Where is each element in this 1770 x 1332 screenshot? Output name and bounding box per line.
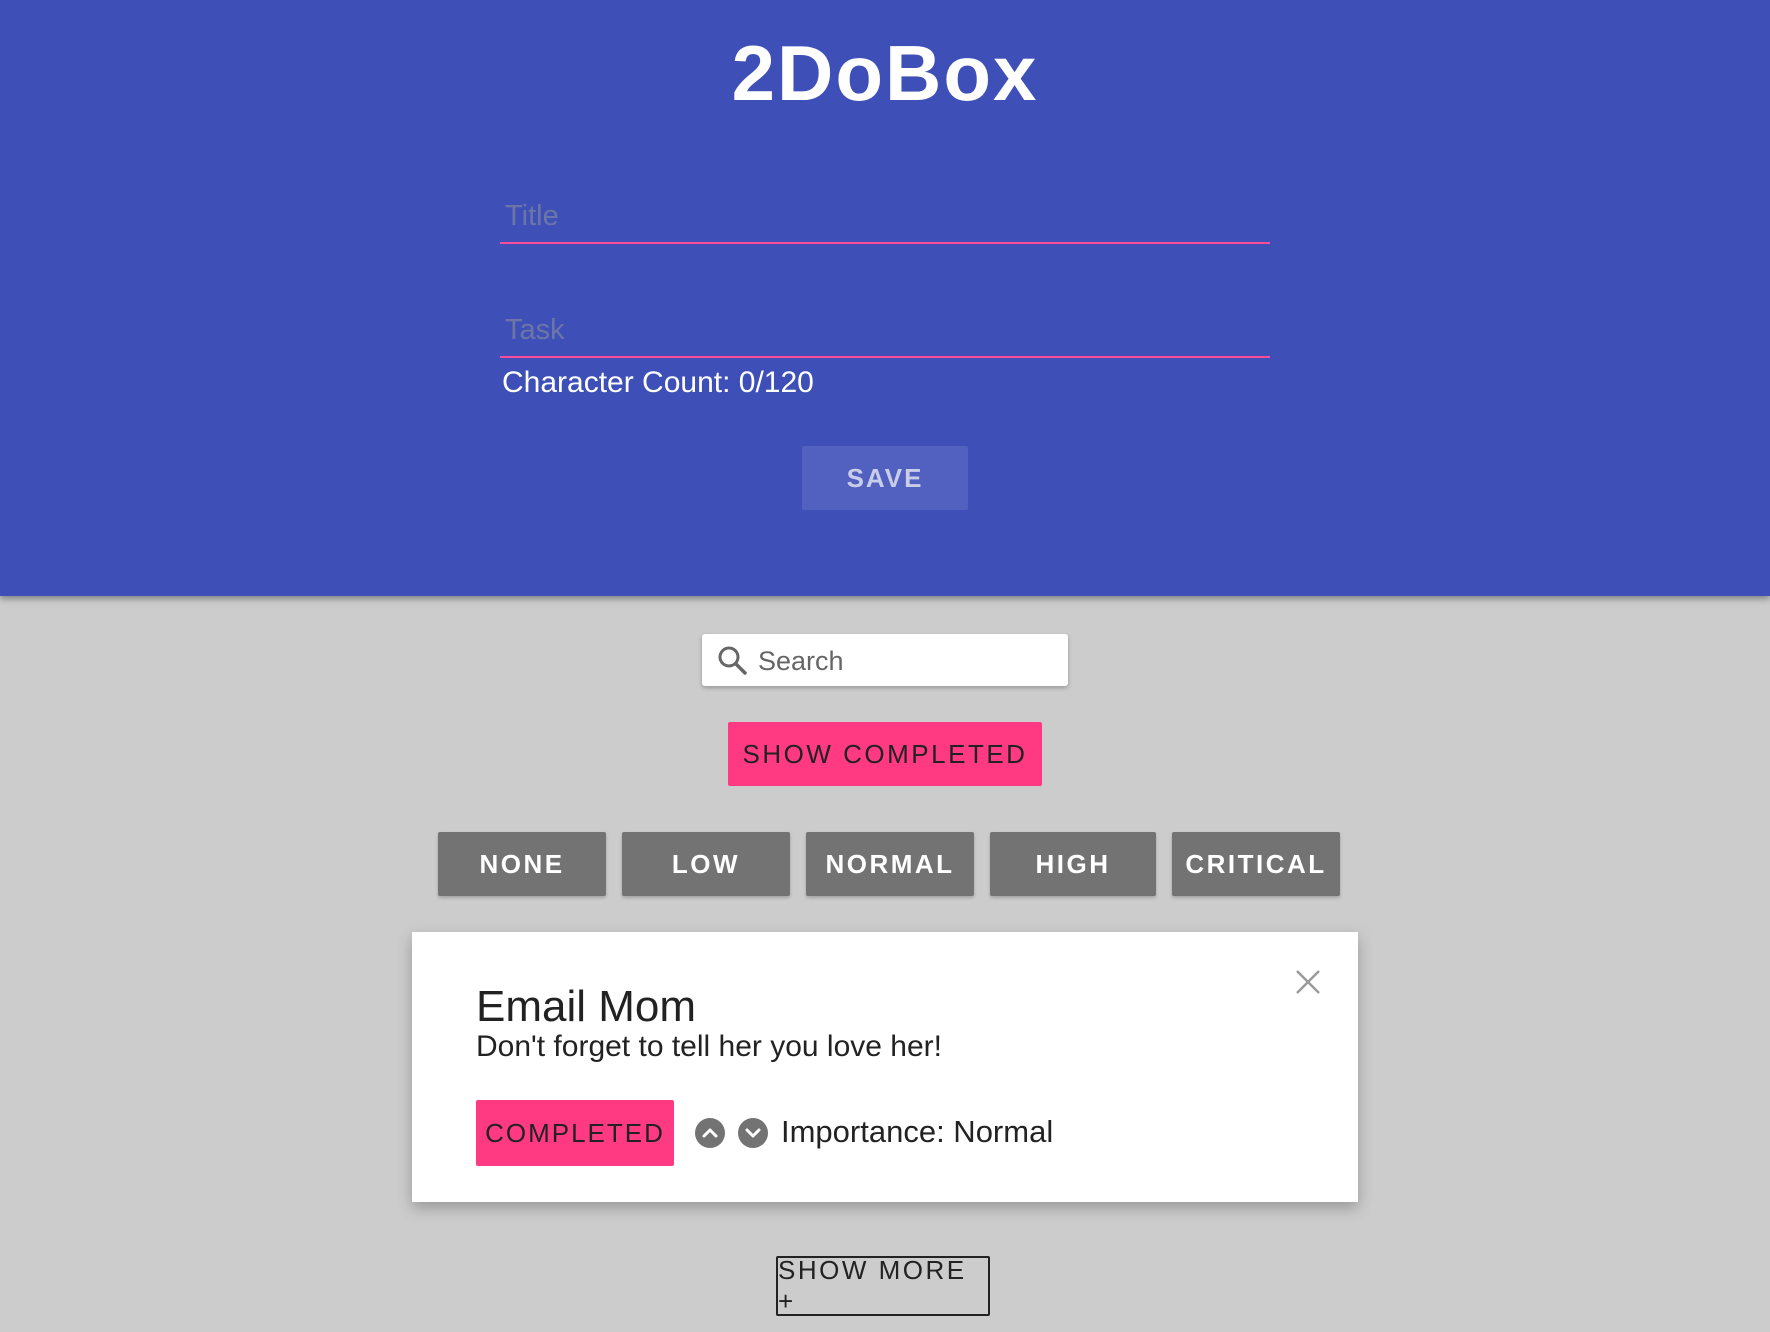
completed-button[interactable]: COMPLETED — [476, 1100, 674, 1166]
search-input[interactable] — [756, 642, 1060, 680]
filter-low-button[interactable]: LOW — [622, 832, 790, 896]
task-input[interactable] — [503, 313, 1267, 348]
upvote-icon[interactable] — [695, 1118, 725, 1148]
search-icon — [718, 646, 747, 675]
show-completed-button[interactable]: SHOW COMPLETED — [728, 722, 1042, 786]
character-count: Character Count: 0/120 — [502, 366, 814, 399]
todo-title[interactable]: Email Mom — [476, 982, 696, 1032]
downvote-icon[interactable] — [738, 1118, 768, 1148]
header: 2DoBox Character Count: 0/120 SAVE — [0, 0, 1770, 596]
todo-card: Email Mom Don't forget to tell her you l… — [412, 932, 1358, 1202]
filter-high-button[interactable]: HIGH — [990, 832, 1156, 896]
title-field[interactable] — [500, 182, 1270, 244]
search-box[interactable] — [702, 634, 1068, 686]
save-button[interactable]: SAVE — [802, 446, 968, 510]
filter-normal-button[interactable]: NORMAL — [806, 832, 974, 896]
show-more-button[interactable]: SHOW MORE + — [776, 1255, 990, 1316]
filter-critical-button[interactable]: CRITICAL — [1172, 832, 1340, 896]
app-title: 2DoBox — [731, 29, 1039, 117]
close-icon[interactable] — [1294, 968, 1322, 996]
task-field[interactable] — [500, 296, 1270, 358]
filter-none-button[interactable]: NONE — [438, 832, 606, 896]
todo-body[interactable]: Don't forget to tell her you love her! — [476, 1030, 942, 1064]
title-input[interactable] — [503, 199, 1267, 234]
importance-label: Importance: Normal — [781, 1114, 1054, 1149]
